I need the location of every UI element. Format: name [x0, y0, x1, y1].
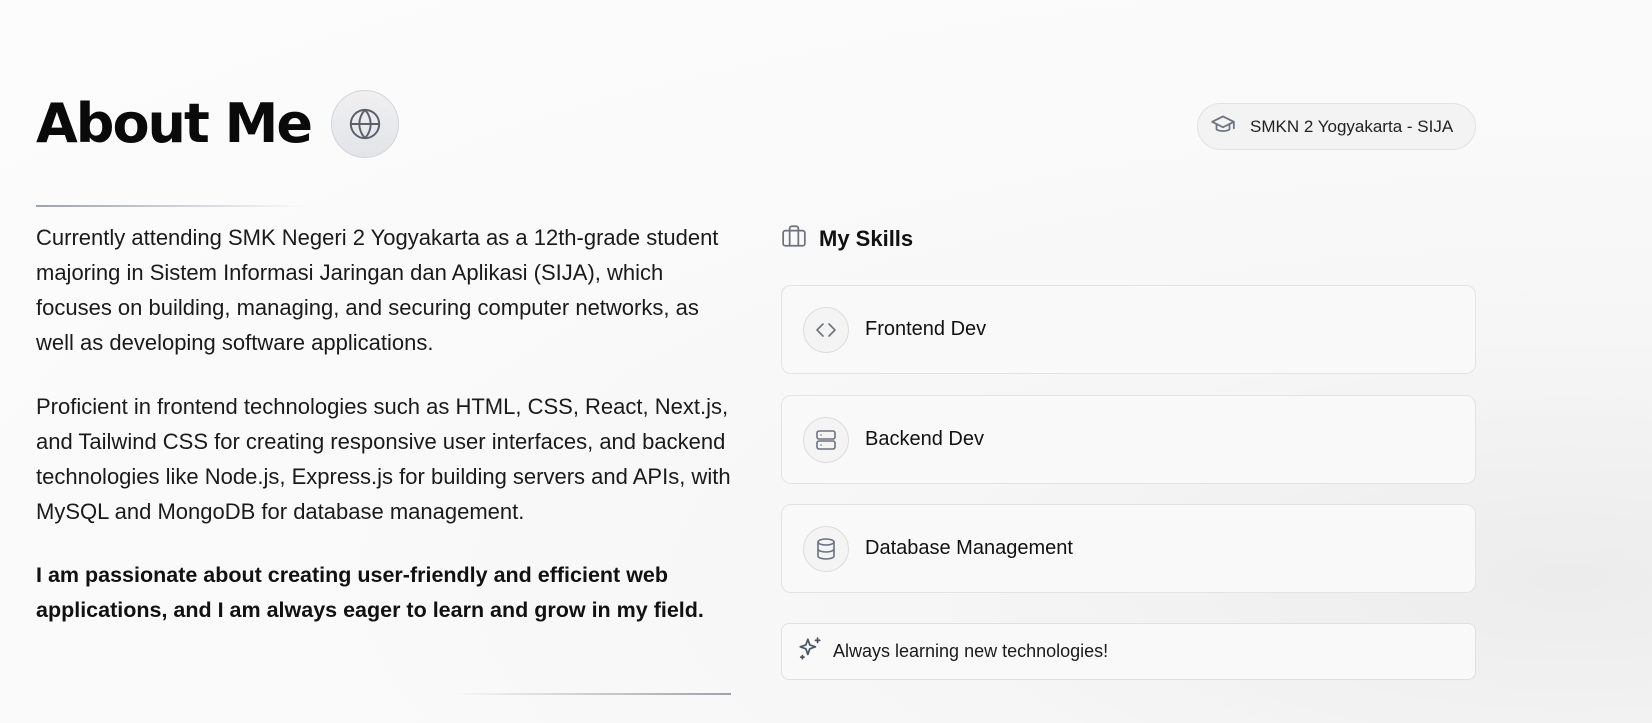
briefcase-icon [781, 223, 807, 254]
skills-heading: My Skills [781, 223, 913, 254]
skill-label: Backend Dev [865, 428, 984, 450]
skill-label: Database Management [865, 537, 1073, 559]
skills-heading-label: My Skills [819, 225, 914, 251]
about-paragraph: Proficient in frontend technologies such… [36, 394, 731, 524]
page-title: About Me [36, 92, 313, 155]
school-badge: SMKN 2 Yogyakarta - SIJA [1197, 103, 1476, 150]
about-paragraph: Currently attending SMK Negeri 2 Yogyaka… [36, 225, 719, 355]
globe-icon[interactable] [330, 90, 399, 158]
graduation-cap-icon [1210, 111, 1236, 142]
skill-label: Frontend Dev [865, 318, 987, 340]
skill-card-frontend[interactable]: Frontend Dev [781, 285, 1476, 374]
sparkles-icon [797, 636, 823, 667]
divider-top [36, 205, 306, 207]
skill-card-backend[interactable]: Backend Dev [781, 395, 1476, 484]
about-text: Currently attending SMK Negeri 2 Yogyaka… [36, 220, 736, 657]
server-icon [803, 416, 849, 463]
learning-note: Always learning new technologies! [781, 623, 1476, 680]
learning-note-text: Always learning new technologies! [833, 641, 1109, 661]
database-icon [803, 525, 849, 572]
about-paragraph-emphasis: I am passionate about creating user-frie… [36, 563, 704, 622]
skill-card-database[interactable]: Database Management [781, 504, 1476, 593]
code-icon [803, 306, 849, 353]
divider-bottom [452, 693, 731, 695]
school-badge-label: SMKN 2 Yogyakarta - SIJA [1250, 116, 1454, 136]
title-row: About Me [36, 88, 399, 160]
